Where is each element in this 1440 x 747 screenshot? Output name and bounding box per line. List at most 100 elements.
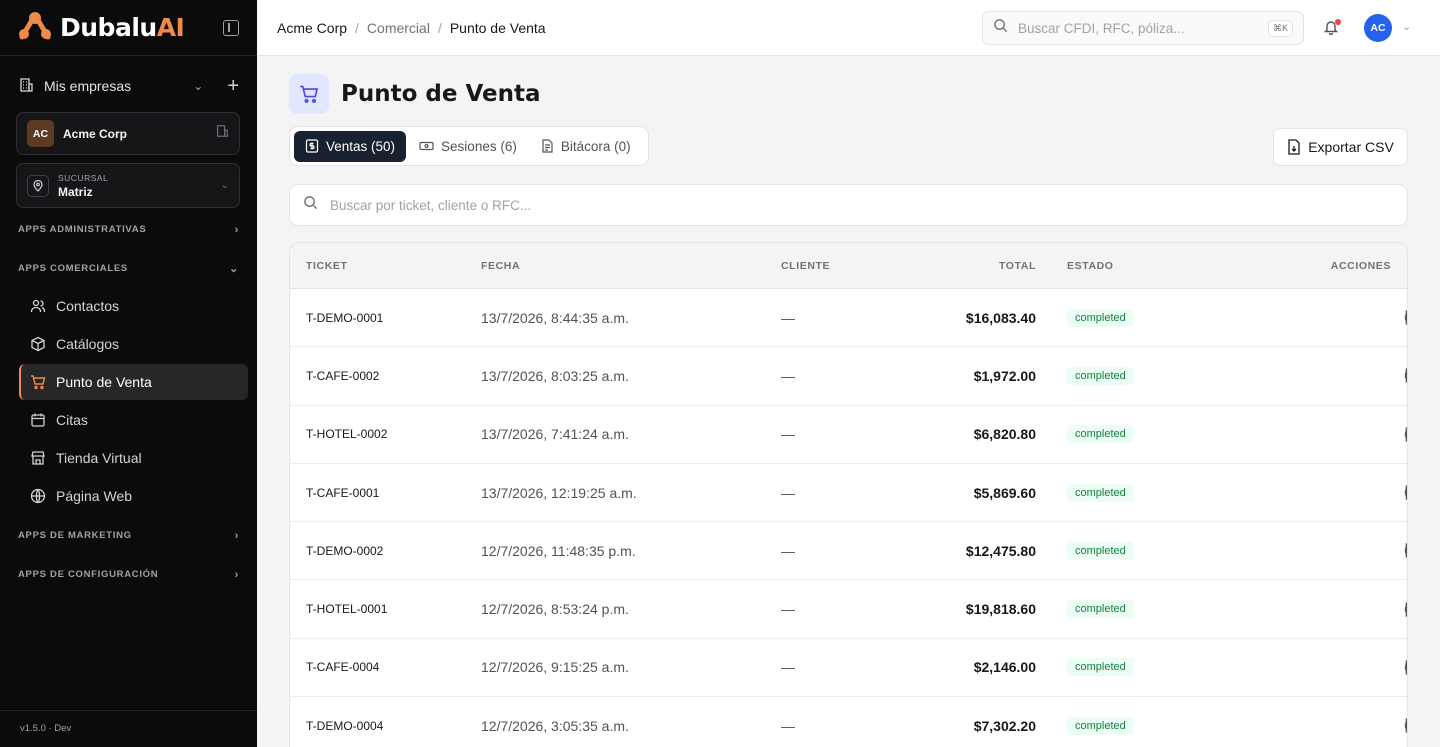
global-search-input[interactable]: Buscar CFDI, RFC, póliza... ⌘K xyxy=(982,11,1304,45)
breadcrumb-separator: / xyxy=(355,19,359,36)
cancel-icon[interactable] xyxy=(1403,718,1407,734)
table-header: TICKET FECHA CLIENTE TOTAL ESTADO ACCION… xyxy=(290,243,1407,289)
cliente-cell: — xyxy=(781,717,795,734)
column-header-fecha[interactable]: FECHA xyxy=(481,260,520,272)
topbar: Acme Corp / Comercial / Punto de Venta B… xyxy=(257,0,1440,56)
cliente-cell: — xyxy=(781,601,795,618)
total-cell: $5,869.60 xyxy=(973,484,1036,501)
status-badge: completed xyxy=(1067,308,1134,327)
collapse-sidebar-icon[interactable] xyxy=(223,19,239,36)
cancel-icon[interactable] xyxy=(1403,426,1407,442)
section-apps-comerciales[interactable]: APPS COMERCIALES ⌄ xyxy=(0,249,257,288)
company-card[interactable]: AC Acme Corp xyxy=(16,112,240,155)
companies-header[interactable]: Mis empresas ⌄ + xyxy=(0,66,257,106)
total-cell: $1,972.00 xyxy=(973,367,1036,384)
sidebar-item-tienda-virtual[interactable]: Tienda Virtual xyxy=(19,440,248,476)
chevron-right-icon: › xyxy=(234,223,239,236)
sidebar: DubaluAI Mis empresas ⌄ + AC Acme Corp S… xyxy=(0,0,257,747)
total-cell: $16,083.40 xyxy=(965,309,1036,326)
cliente-cell: — xyxy=(781,426,795,443)
main-content: Punto de Venta Ventas (50) Sesiones (6) … xyxy=(257,56,1440,747)
column-header-ticket[interactable]: TICKET xyxy=(306,260,348,272)
cart-icon xyxy=(289,74,329,114)
export-csv-label: Exportar CSV xyxy=(1308,139,1394,155)
search-icon xyxy=(303,195,318,215)
status-badge: completed xyxy=(1067,600,1134,619)
table-search-input[interactable]: Buscar por ticket, cliente o RFC... xyxy=(289,184,1408,226)
version-footer: v1.5.0 · Dev xyxy=(0,710,257,747)
section-label: APPS ADMINISTRATIVAS xyxy=(18,224,147,235)
table-row[interactable]: T-CAFE-0001 13/7/2026, 12:19:25 a.m. — $5,8… xyxy=(290,464,1407,523)
table-row[interactable]: T-DEMO-0002 12/7/2026, 11:48:35 p.m. — $12,… xyxy=(290,522,1407,581)
add-company-icon[interactable]: + xyxy=(227,76,239,96)
breadcrumb-section[interactable]: Comercial xyxy=(367,20,430,36)
table-search-placeholder: Buscar por ticket, cliente o RFC... xyxy=(330,197,532,213)
section-apps-administrativas[interactable]: APPS ADMINISTRATIVAS › xyxy=(0,210,257,249)
chevron-down-icon[interactable]: ⌄ xyxy=(1402,20,1411,33)
column-header-total[interactable]: TOTAL xyxy=(999,260,1036,272)
bell-icon[interactable] xyxy=(1323,19,1341,37)
tab-ventas[interactable]: Ventas (50) xyxy=(294,130,407,162)
user-avatar[interactable]: AC xyxy=(1364,14,1392,42)
cart-icon xyxy=(29,374,46,391)
total-cell: $6,820.80 xyxy=(973,426,1036,443)
column-header-cliente[interactable]: CLIENTE xyxy=(781,260,830,272)
table-row[interactable]: T-DEMO-0004 12/7/2026, 3:05:35 a.m. — $7,30… xyxy=(290,697,1407,747)
branch-selector[interactable]: SUCURSAL Matriz ⌄ xyxy=(16,163,240,208)
table-row[interactable]: T-HOTEL-0001 12/7/2026, 8:53:24 p.m. — $19,… xyxy=(290,580,1407,639)
table-row[interactable]: T-CAFE-0002 13/7/2026, 8:03:25 a.m. — $1,97… xyxy=(290,347,1407,406)
ticket-cell: T-HOTEL-0002 xyxy=(306,427,388,442)
cancel-icon[interactable] xyxy=(1403,485,1407,501)
column-header-acciones: ACCIONES xyxy=(1330,260,1391,272)
chevron-down-icon: ⌄ xyxy=(220,180,229,191)
chevron-right-icon: › xyxy=(234,529,239,542)
building-icon xyxy=(215,124,229,143)
ticket-cell: T-DEMO-0004 xyxy=(306,718,384,733)
cliente-cell: — xyxy=(781,367,795,384)
tabs: Ventas (50) Sesiones (6) Bitácora (0) xyxy=(289,126,649,166)
brand-logo-icon xyxy=(18,10,52,45)
cancel-icon[interactable] xyxy=(1403,601,1407,617)
ticket-cell: T-DEMO-0002 xyxy=(306,543,384,558)
column-header-estado[interactable]: ESTADO xyxy=(1067,260,1114,272)
breadcrumb-current: Punto de Venta xyxy=(449,19,546,36)
breadcrumb-company[interactable]: Acme Corp xyxy=(277,20,347,36)
sidebar-item-contactos[interactable]: Contactos xyxy=(19,288,248,324)
section-apps-de-marketing[interactable]: APPS DE MARKETING › xyxy=(0,516,257,555)
table-row[interactable]: T-DEMO-0001 13/7/2026, 8:44:35 a.m. — $16,0… xyxy=(290,289,1407,348)
sidebar-item-citas[interactable]: Citas xyxy=(19,402,248,438)
cancel-icon[interactable] xyxy=(1403,310,1407,326)
cancel-icon[interactable] xyxy=(1403,543,1407,559)
ticket-cell: T-HOTEL-0001 xyxy=(306,602,388,617)
table-row[interactable]: T-CAFE-0004 12/7/2026, 9:15:25 a.m. — $2,14… xyxy=(290,639,1407,698)
total-cell: $19,818.60 xyxy=(965,601,1036,618)
sidebar-item-catalogos[interactable]: Catálogos xyxy=(19,326,248,362)
tab-label: Bitácora (0) xyxy=(560,138,631,154)
fecha-cell: 13/7/2026, 8:03:25 a.m. xyxy=(481,367,629,384)
cliente-cell: — xyxy=(781,309,795,326)
status-badge: completed xyxy=(1067,716,1134,735)
sidebar-item-pagina-web[interactable]: Página Web xyxy=(19,478,248,514)
sidebar-item-punto-de-venta[interactable]: Punto de Venta xyxy=(19,364,248,400)
sidebar-item-label: Tienda Virtual xyxy=(56,450,142,466)
table-row[interactable]: T-HOTEL-0002 13/7/2026, 7:41:24 a.m. — $6,8… xyxy=(290,406,1407,464)
company-avatar: AC xyxy=(27,120,54,147)
tab-sesiones[interactable]: Sesiones (6) xyxy=(408,131,528,162)
box-icon xyxy=(29,336,46,353)
map-pin-icon xyxy=(27,174,49,197)
cancel-icon[interactable] xyxy=(1403,368,1407,384)
fecha-cell: 12/7/2026, 8:53:24 p.m. xyxy=(481,601,629,618)
cancel-icon[interactable] xyxy=(1403,659,1407,675)
sidebar-item-label: Punto de Venta xyxy=(56,374,152,390)
section-apps-de-configuracion[interactable]: APPS DE CONFIGURACIÓN › xyxy=(0,555,257,594)
sidebar-item-label: Página Web xyxy=(56,488,133,504)
total-cell: $7,302.20 xyxy=(973,717,1036,734)
chevron-down-icon[interactable]: ⌄ xyxy=(193,79,203,93)
export-csv-button[interactable]: Exportar CSV xyxy=(1273,128,1408,166)
tab-label: Sesiones (6) xyxy=(441,138,517,154)
cash-register-icon xyxy=(419,139,434,153)
store-icon xyxy=(29,450,46,467)
tab-bitacora[interactable]: Bitácora (0) xyxy=(530,131,642,162)
document-icon xyxy=(541,139,554,153)
status-badge: completed xyxy=(1067,366,1134,385)
